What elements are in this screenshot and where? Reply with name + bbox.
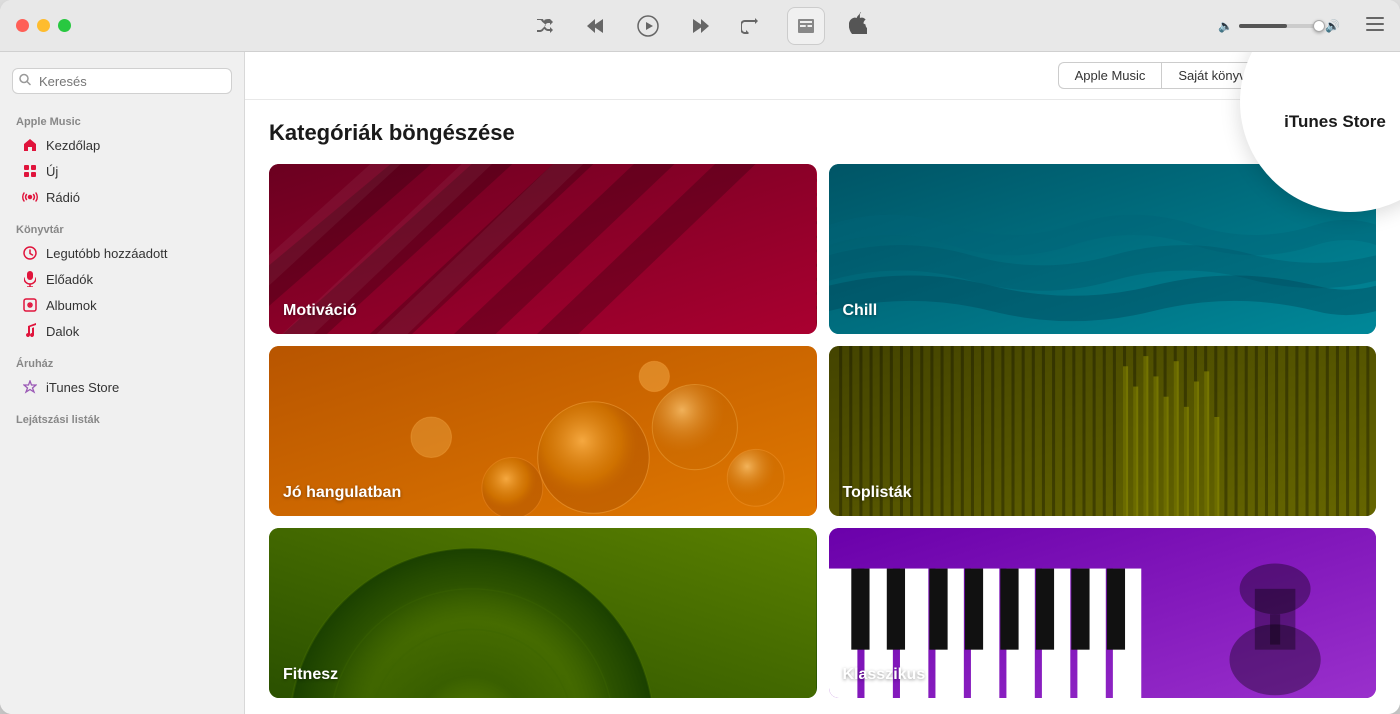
playback-controls <box>16 7 1384 45</box>
shuffle-button[interactable] <box>533 15 559 37</box>
browse-area: Kategóriák böngészése <box>245 100 1400 714</box>
sidebar-item-eloadok[interactable]: Előadók <box>6 266 238 292</box>
content-area: Apple Music Saját könyvtár iTunes Store … <box>245 52 1400 714</box>
category-card-jo-hangulatban[interactable]: Jó hangulatban <box>269 346 817 516</box>
tab-apple-music[interactable]: Apple Music <box>1058 62 1162 89</box>
traffic-lights <box>16 19 71 32</box>
minimize-button[interactable] <box>37 19 50 32</box>
category-label-jo-hangulatban: Jó hangulatban <box>283 484 401 502</box>
home-icon <box>22 137 38 153</box>
sidebar-item-legutobb[interactable]: Legutóbb hozzáadott <box>6 240 238 266</box>
browse-title: Kategóriák böngészése <box>269 120 1376 146</box>
star-icon <box>22 379 38 395</box>
rewind-button[interactable] <box>583 14 609 38</box>
clock-icon <box>22 245 38 261</box>
sidebar-label-itunes-store: iTunes Store <box>46 380 119 395</box>
itunes-store-highlight-text: iTunes Store <box>1284 112 1386 132</box>
sidebar-item-uj[interactable]: Új <box>6 158 238 184</box>
category-label-motivacio: Motiváció <box>283 302 357 320</box>
sidebar-section-aruhaz: Áruház <box>0 352 244 374</box>
app-window: 🔈 🔊 <box>0 0 1400 714</box>
fast-forward-button[interactable] <box>687 14 713 38</box>
search-icon <box>19 74 31 89</box>
volume-max-icon: 🔊 <box>1325 19 1340 33</box>
categories-grid: Motiváció <box>269 164 1376 698</box>
sidebar-label-legutobb: Legutóbb hozzáadott <box>46 246 167 261</box>
category-card-klasszikus[interactable]: Klasszikus <box>829 528 1377 698</box>
volume-min-icon: 🔈 <box>1218 19 1233 33</box>
volume-control[interactable]: 🔈 🔊 <box>1218 19 1340 33</box>
mic-icon <box>22 271 38 287</box>
category-label-toplistak: Toplisták <box>843 484 912 502</box>
sidebar: Apple Music Kezdőlap <box>0 52 245 714</box>
sidebar-label-uj: Új <box>46 164 58 179</box>
sidebar-section-lejatszasi: Lejátszási listák <box>0 408 244 430</box>
sidebar-label-radio: Rádió <box>46 190 80 205</box>
grid-icon <box>22 163 38 179</box>
main-area: Apple Music Kezdőlap <box>0 52 1400 714</box>
sidebar-item-dalok[interactable]: Dalok <box>6 318 238 344</box>
category-label-fitnesz: Fitnesz <box>283 666 338 684</box>
play-button[interactable] <box>633 11 663 41</box>
close-button[interactable] <box>16 19 29 32</box>
category-label-klasszikus: Klasszikus <box>843 666 926 684</box>
sidebar-item-kezdolap[interactable]: Kezdőlap <box>6 132 238 158</box>
sidebar-item-radio[interactable]: Rádió <box>6 184 238 210</box>
volume-slider[interactable] <box>1239 24 1319 28</box>
sidebar-label-eloadok: Előadók <box>46 272 93 287</box>
category-label-chill: Chill <box>843 302 878 320</box>
sidebar-label-dalok: Dalok <box>46 324 79 339</box>
titlebar: 🔈 🔊 <box>0 0 1400 52</box>
repeat-button[interactable] <box>737 14 763 38</box>
sidebar-item-albumok[interactable]: Albumok <box>6 292 238 318</box>
sidebar-label-kezdolap: Kezdőlap <box>46 138 100 153</box>
search-container <box>0 60 244 102</box>
album-icon <box>22 297 38 313</box>
sidebar-section-apple-music: Apple Music <box>0 110 244 132</box>
radio-icon <box>22 189 38 205</box>
category-card-motivacio[interactable]: Motiváció <box>269 164 817 334</box>
apple-logo <box>849 12 867 39</box>
note-icon <box>22 323 38 339</box>
menu-button[interactable] <box>1366 15 1384 36</box>
sidebar-label-albumok: Albumok <box>46 298 97 313</box>
sidebar-item-itunes-store[interactable]: iTunes Store <box>6 374 238 400</box>
maximize-button[interactable] <box>58 19 71 32</box>
category-card-toplistak[interactable]: Toplisták <box>829 346 1377 516</box>
now-playing-icon[interactable] <box>787 7 825 45</box>
sidebar-section-konyvtar: Könyvtár <box>0 218 244 240</box>
category-card-fitnesz[interactable]: Fitnesz <box>269 528 817 698</box>
search-input[interactable] <box>12 68 232 94</box>
tab-bar: Apple Music Saját könyvtár iTunes Store … <box>245 52 1400 100</box>
